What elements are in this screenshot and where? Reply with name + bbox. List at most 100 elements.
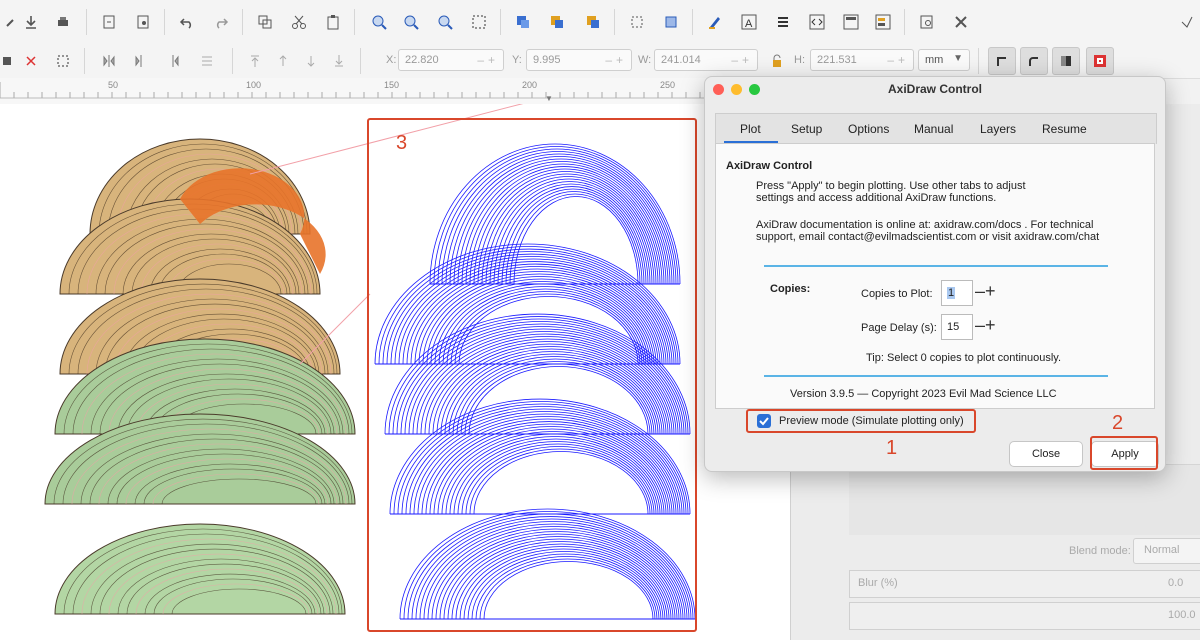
rotate-cw-icon[interactable] bbox=[194, 48, 220, 74]
tab-plot[interactable]: Plot bbox=[740, 122, 761, 136]
import-icon[interactable] bbox=[18, 9, 44, 35]
group-icon[interactable] bbox=[544, 9, 570, 35]
undo-icon[interactable] bbox=[174, 9, 200, 35]
rotate-ccw-icon[interactable] bbox=[160, 48, 186, 74]
h-label: H: bbox=[794, 54, 805, 66]
x-label: X: bbox=[386, 54, 397, 66]
copy-icon[interactable] bbox=[252, 9, 278, 35]
rotate-icon[interactable] bbox=[50, 48, 76, 74]
fill-stroke-icon[interactable] bbox=[702, 9, 728, 35]
blend-mode-select[interactable]: Normal bbox=[1133, 538, 1200, 564]
x-value: 22.820 bbox=[405, 54, 439, 66]
height-field[interactable]: 221.531 –+ bbox=[810, 49, 914, 71]
dialog-title: AxiDraw Control bbox=[887, 82, 982, 96]
y-value: 9.995 bbox=[533, 54, 561, 66]
tab-setup[interactable]: Setup bbox=[791, 122, 822, 136]
blend-mode-label: Blend mode: bbox=[1069, 545, 1131, 557]
page-delay-stepper[interactable]: –+ bbox=[975, 315, 996, 336]
flip-horizontal-icon[interactable] bbox=[96, 48, 122, 74]
plot-tab-content: AxiDraw Control Press "Apply" to begin p… bbox=[715, 143, 1155, 409]
paste-icon[interactable] bbox=[320, 9, 346, 35]
h-stepper[interactable]: –+ bbox=[887, 53, 909, 67]
x-stepper[interactable]: –+ bbox=[477, 53, 499, 67]
opacity-slider[interactable]: 100.0 bbox=[849, 602, 1200, 630]
y-stepper[interactable]: –+ bbox=[605, 53, 627, 67]
annotation-number-2: 2 bbox=[1112, 412, 1124, 434]
ruler-label: 100 bbox=[246, 80, 262, 90]
drawing-canvas[interactable]: 3 bbox=[0, 104, 790, 640]
copies-stepper[interactable]: –+ bbox=[975, 281, 996, 302]
blend-mode-value: Normal bbox=[1144, 544, 1180, 556]
zoom-page-icon[interactable] bbox=[432, 9, 458, 35]
intro-text: Press "Apply" to begin plotting. Use oth… bbox=[756, 180, 1026, 204]
lower-to-bottom-icon[interactable] bbox=[326, 48, 352, 74]
content-heading: AxiDraw Control bbox=[726, 160, 813, 172]
cut-icon[interactable] bbox=[286, 9, 312, 35]
svg-text:A: A bbox=[745, 18, 753, 30]
unlink-clone-icon[interactable] bbox=[658, 9, 684, 35]
xml-editor-icon[interactable] bbox=[804, 9, 830, 35]
deselect-icon[interactable] bbox=[18, 48, 44, 74]
raise-icon[interactable] bbox=[270, 48, 296, 74]
preferences-icon[interactable] bbox=[948, 9, 974, 35]
export-document-icon[interactable] bbox=[130, 9, 156, 35]
zoom-selection-icon[interactable] bbox=[466, 9, 492, 35]
copies-to-plot-input[interactable]: 1 bbox=[941, 280, 973, 306]
transform-patterns-icon[interactable] bbox=[1086, 47, 1114, 75]
blur-slider[interactable]: Blur (%) 0.0 bbox=[849, 570, 1200, 598]
import-document-icon[interactable] bbox=[96, 9, 122, 35]
horizontal-ruler: 50 100 150 200 250 ▼ bbox=[0, 78, 710, 105]
lock-proportions-icon[interactable] bbox=[764, 48, 790, 74]
apply-highlight bbox=[1090, 436, 1158, 470]
tab-manual[interactable]: Manual bbox=[914, 122, 953, 136]
divider bbox=[764, 375, 1108, 377]
docs-line: AxiDraw documentation is online at: axid… bbox=[756, 219, 1094, 231]
layers-icon[interactable] bbox=[870, 9, 896, 35]
ungroup-icon[interactable] bbox=[580, 9, 606, 35]
intro-line: Press "Apply" to begin plotting. Use oth… bbox=[756, 180, 1026, 192]
scale-corners-icon[interactable] bbox=[1020, 47, 1048, 75]
align-icon[interactable] bbox=[770, 9, 796, 35]
ruler-label: 250 bbox=[660, 80, 676, 90]
docs-text: AxiDraw documentation is online at: axid… bbox=[756, 219, 1099, 243]
document-properties-icon[interactable] bbox=[914, 9, 940, 35]
blur-label: Blur (%) bbox=[858, 577, 898, 589]
tab-layers[interactable]: Layers bbox=[980, 122, 1016, 136]
zoom-in-icon[interactable] bbox=[366, 9, 392, 35]
width-field[interactable]: 241.014 –+ bbox=[654, 49, 758, 71]
preview-mode-highlight bbox=[746, 409, 976, 433]
chevron-down-icon: ▼ bbox=[953, 53, 963, 64]
raise-to-top-icon[interactable] bbox=[242, 48, 268, 74]
x-coordinate-field[interactable]: 22.820 –+ bbox=[398, 49, 504, 71]
redo-icon[interactable] bbox=[208, 9, 234, 35]
clone-icon[interactable] bbox=[624, 9, 650, 35]
zoom-drawing-icon[interactable] bbox=[398, 9, 424, 35]
w-stepper[interactable]: –+ bbox=[731, 53, 753, 67]
w-value: 241.014 bbox=[661, 54, 701, 66]
dialog-titlebar[interactable]: AxiDraw Control bbox=[705, 77, 1165, 101]
lower-icon[interactable] bbox=[298, 48, 324, 74]
dialog-tabs: Plot Setup Options Manual Layers Resume bbox=[715, 113, 1157, 144]
annotation-number-3: 3 bbox=[396, 132, 408, 154]
unit-select[interactable]: mm ▼ bbox=[918, 49, 970, 71]
duplicate-icon[interactable] bbox=[510, 9, 536, 35]
version-text: Version 3.9.5 — Copyright 2023 Evil Mad … bbox=[790, 388, 1057, 400]
snap-toggle-icon[interactable] bbox=[1174, 9, 1200, 35]
w-label: W: bbox=[638, 54, 652, 66]
flip-vertical-icon[interactable] bbox=[128, 48, 154, 74]
copies-to-plot-label: Copies to Plot: bbox=[861, 288, 933, 300]
tab-resume[interactable]: Resume bbox=[1042, 122, 1087, 136]
tab-options[interactable]: Options bbox=[848, 122, 889, 136]
print-icon[interactable] bbox=[50, 9, 76, 35]
preview-highlight-box bbox=[367, 118, 697, 632]
transform-gradients-icon[interactable] bbox=[1052, 47, 1080, 75]
close-button[interactable]: Close bbox=[1009, 441, 1083, 467]
docs-line: support, email contact@evilmadscientist.… bbox=[756, 231, 1100, 243]
y-coordinate-field[interactable]: 9.995 –+ bbox=[526, 49, 632, 71]
select-all-icon[interactable] bbox=[0, 48, 20, 74]
scale-stroke-icon[interactable] bbox=[988, 47, 1016, 75]
text-font-icon[interactable]: A bbox=[736, 9, 762, 35]
objects-icon[interactable] bbox=[838, 9, 864, 35]
page-delay-input[interactable]: 15 bbox=[941, 314, 973, 340]
intro-line: settings and access additional AxiDraw f… bbox=[756, 192, 997, 204]
